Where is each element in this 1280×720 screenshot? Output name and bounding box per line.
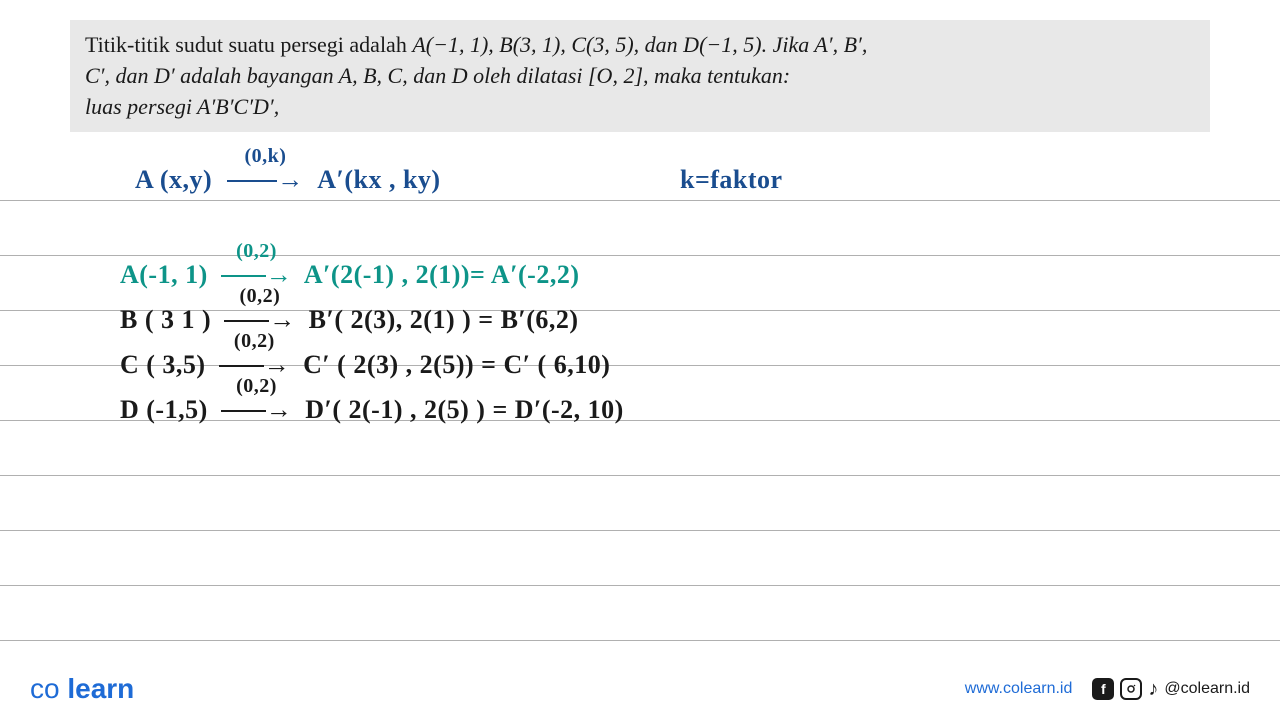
footer-right: www.colearn.id f ♪ @colearn.id (965, 678, 1250, 701)
instagram-icon (1120, 678, 1142, 700)
point-a-transform: A(-1, 1) (0,2) → A′(2(-1) , 2(1))= A′(-2… (120, 260, 579, 290)
website-url: www.colearn.id (965, 680, 1073, 698)
facebook-icon: f (1092, 678, 1114, 700)
rule-line (0, 585, 1280, 586)
social-handle: @colearn.id (1164, 680, 1250, 698)
problem-statement: Titik-titik sudut suatu persegi adalah A… (70, 20, 1210, 132)
footer: co learn www.colearn.id f ♪ @colearn.id (0, 673, 1280, 705)
rule-line (0, 530, 1280, 531)
rule-line (0, 640, 1280, 641)
notebook-area: A (x,y) (0,k) → A′(kx , ky) k=faktor A(-… (0, 140, 1280, 660)
point-d-transform: D (-1,5) (0,2) → D′( 2(-1) , 2(5) ) = D′… (120, 395, 624, 425)
rule-line (0, 255, 1280, 256)
tiktok-icon: ♪ (1148, 678, 1158, 701)
factor-note: k=faktor (680, 165, 783, 195)
brand-logo: co learn (30, 673, 134, 705)
point-c-transform: C ( 3,5) (0,2) → C′ ( 2(3) , 2(5)) = C′ … (120, 350, 610, 380)
dilation-rule: A (x,y) (0,k) → A′(kx , ky) (135, 165, 441, 195)
problem-line-1: Titik-titik sudut suatu persegi adalah A… (85, 30, 1195, 61)
rule-line (0, 200, 1280, 201)
point-b-transform: B ( 3 1 ) (0,2) → B′( 2(3), 2(1) ) = B′(… (120, 305, 579, 335)
rule-line (0, 475, 1280, 476)
social-links: f ♪ @colearn.id (1092, 678, 1250, 701)
problem-line-3: luas persegi A′B′C′D′, (85, 92, 1195, 123)
problem-line-2: C′, dan D′ adalah bayangan A, B, C, dan … (85, 61, 1195, 92)
